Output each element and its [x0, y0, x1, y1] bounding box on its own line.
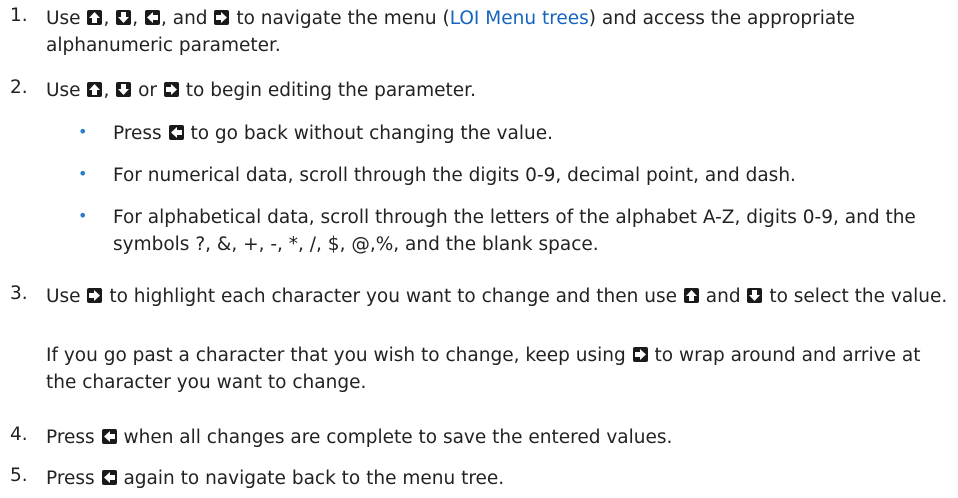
- text-run: , and: [160, 8, 214, 29]
- step-3-note: If you go past a character that you wish…: [46, 342, 951, 396]
- text-run: ,: [132, 8, 144, 29]
- bullet-item: Press to go back without changing the va…: [113, 120, 958, 147]
- text-run: For numerical data, scroll through the d…: [113, 165, 796, 186]
- step-text: Press when all changes are complete to s…: [46, 424, 951, 451]
- arrow-up-key-icon: [683, 288, 699, 303]
- arrow-right-key-icon: [214, 10, 230, 25]
- text-run: to go back without changing the value.: [184, 123, 553, 144]
- step-text: Use , , , and to navigate the menu (LOI …: [46, 5, 951, 59]
- text-run: and: [699, 286, 747, 307]
- text-run: For alphabetical data, scroll through th…: [113, 207, 916, 255]
- bullet-item: For numerical data, scroll through the d…: [113, 162, 958, 189]
- text-run: Press: [46, 427, 101, 448]
- arrow-right-key-icon: [632, 347, 648, 362]
- arrow-right-key-icon: [87, 288, 103, 303]
- arrow-down-key-icon: [116, 82, 132, 97]
- step-number: 5.: [10, 465, 28, 486]
- bullet-marker: •: [78, 122, 88, 141]
- arrow-down-key-icon: [116, 10, 132, 25]
- text-run: to navigate the menu (: [230, 8, 450, 29]
- text-run: Use: [46, 8, 87, 29]
- text-run: to highlight each character you want to …: [103, 286, 683, 307]
- text-run: Press: [113, 123, 168, 144]
- text-run: or: [132, 80, 163, 101]
- text-run: Press: [46, 468, 101, 489]
- step-number: 2.: [10, 77, 28, 98]
- procedure-page: 1. Use , , , and to navigate the menu (L…: [0, 0, 958, 498]
- step-text: Use to highlight each character you want…: [46, 283, 951, 310]
- text-run: ,: [103, 80, 116, 101]
- text-run: when all changes are complete to save th…: [117, 427, 673, 448]
- text-run: to select the value.: [763, 286, 948, 307]
- step-number: 4.: [10, 424, 28, 445]
- arrow-left-key-icon: [101, 429, 117, 444]
- bullet-item: For alphabetical data, scroll through th…: [113, 204, 958, 258]
- text-run: Use: [46, 286, 87, 307]
- text-run: Use: [46, 80, 87, 101]
- arrow-left-key-icon: [101, 470, 117, 485]
- loi-menu-trees-link[interactable]: LOI Menu trees: [450, 8, 589, 29]
- arrow-left-key-icon: [168, 125, 184, 140]
- step-number: 1.: [10, 5, 28, 26]
- step-text: Press again to navigate back to the menu…: [46, 465, 951, 492]
- text-run: ,: [103, 8, 116, 29]
- bullet-marker: •: [78, 206, 88, 225]
- arrow-up-key-icon: [87, 82, 103, 97]
- arrow-right-key-icon: [163, 82, 179, 97]
- step-text: Use , or to begin editing the parameter.: [46, 77, 951, 104]
- text-run: If you go past a character that you wish…: [46, 345, 632, 366]
- arrow-down-key-icon: [747, 288, 763, 303]
- text-run: again to navigate back to the menu tree.: [117, 468, 505, 489]
- step-number: 3.: [10, 283, 28, 304]
- arrow-up-key-icon: [87, 10, 103, 25]
- arrow-left-key-icon: [144, 10, 160, 25]
- text-run: to begin editing the parameter.: [179, 80, 476, 101]
- bullet-marker: •: [78, 164, 88, 183]
